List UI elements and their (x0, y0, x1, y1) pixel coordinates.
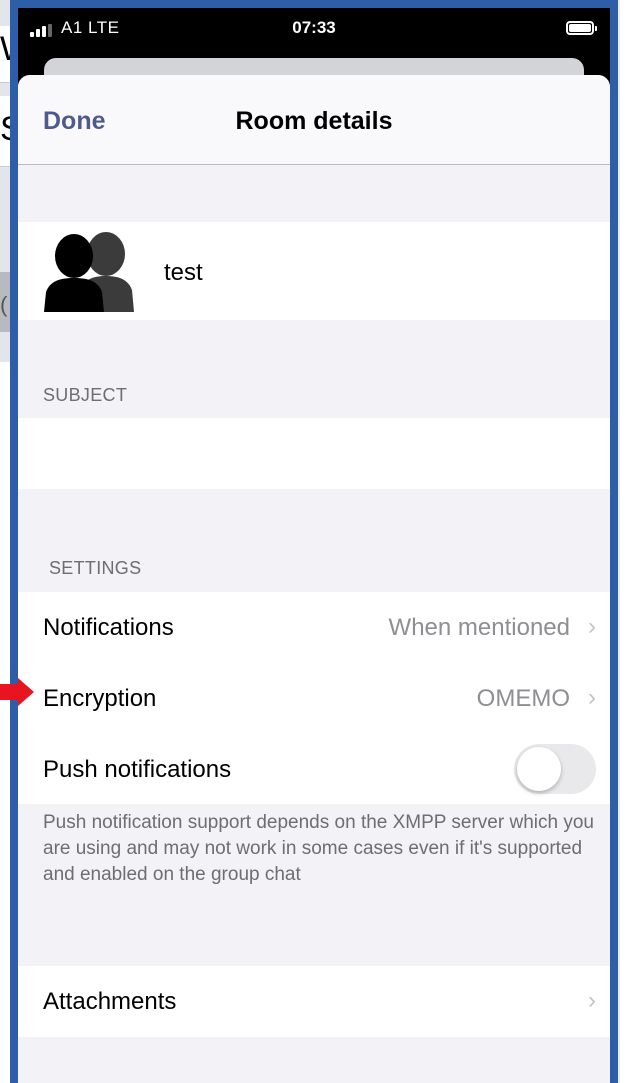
room-info-row[interactable]: test (18, 222, 610, 320)
phone-frame: A1 LTE 07:33 Done Room details test SUBJ… (10, 0, 618, 1083)
encryption-value: OMEMO (476, 685, 570, 712)
subject-field[interactable] (18, 418, 610, 489)
chevron-right-icon: › (588, 684, 596, 711)
push-notifications-row: Push notifications (18, 734, 610, 804)
battery-icon (566, 21, 597, 35)
status-time: 07:33 (292, 18, 336, 37)
annotation-arrow-icon (0, 678, 34, 706)
notifications-label: Notifications (43, 614, 174, 641)
room-name: test (164, 259, 203, 286)
attachments-label: Attachments (43, 988, 177, 1015)
attachments-row[interactable]: Attachments › (18, 966, 610, 1037)
push-notifications-footnote: Push notification support depends on the… (43, 812, 594, 885)
status-bar: A1 LTE 07:33 (18, 8, 610, 48)
chevron-right-icon: › (588, 987, 596, 1014)
push-notifications-label: Push notifications (43, 756, 232, 783)
section-header-settings: SETTINGS (49, 558, 142, 578)
notifications-value: When mentioned (388, 614, 570, 641)
room-details-sheet: Done Room details test SUBJECT SETTINGS … (18, 75, 610, 1083)
navigation-bar: Done Room details (18, 75, 610, 165)
background-divider (618, 0, 620, 1083)
page-title: Room details (235, 107, 393, 135)
notifications-row[interactable]: Notifications When mentioned › (18, 592, 610, 663)
section-header-subject: SUBJECT (43, 385, 128, 405)
chevron-right-icon: › (588, 613, 596, 640)
phone-screen: A1 LTE 07:33 Done Room details test SUBJ… (18, 8, 610, 1083)
background-text-fragment: ( (0, 292, 8, 317)
encryption-label: Encryption (43, 685, 157, 712)
settings-group: Notifications When mentioned › Encryptio… (18, 592, 610, 804)
encryption-row[interactable]: Encryption OMEMO › (18, 663, 610, 734)
toggle-knob (517, 747, 561, 791)
push-notifications-toggle[interactable] (514, 744, 596, 794)
group-avatar-icon (44, 232, 134, 312)
